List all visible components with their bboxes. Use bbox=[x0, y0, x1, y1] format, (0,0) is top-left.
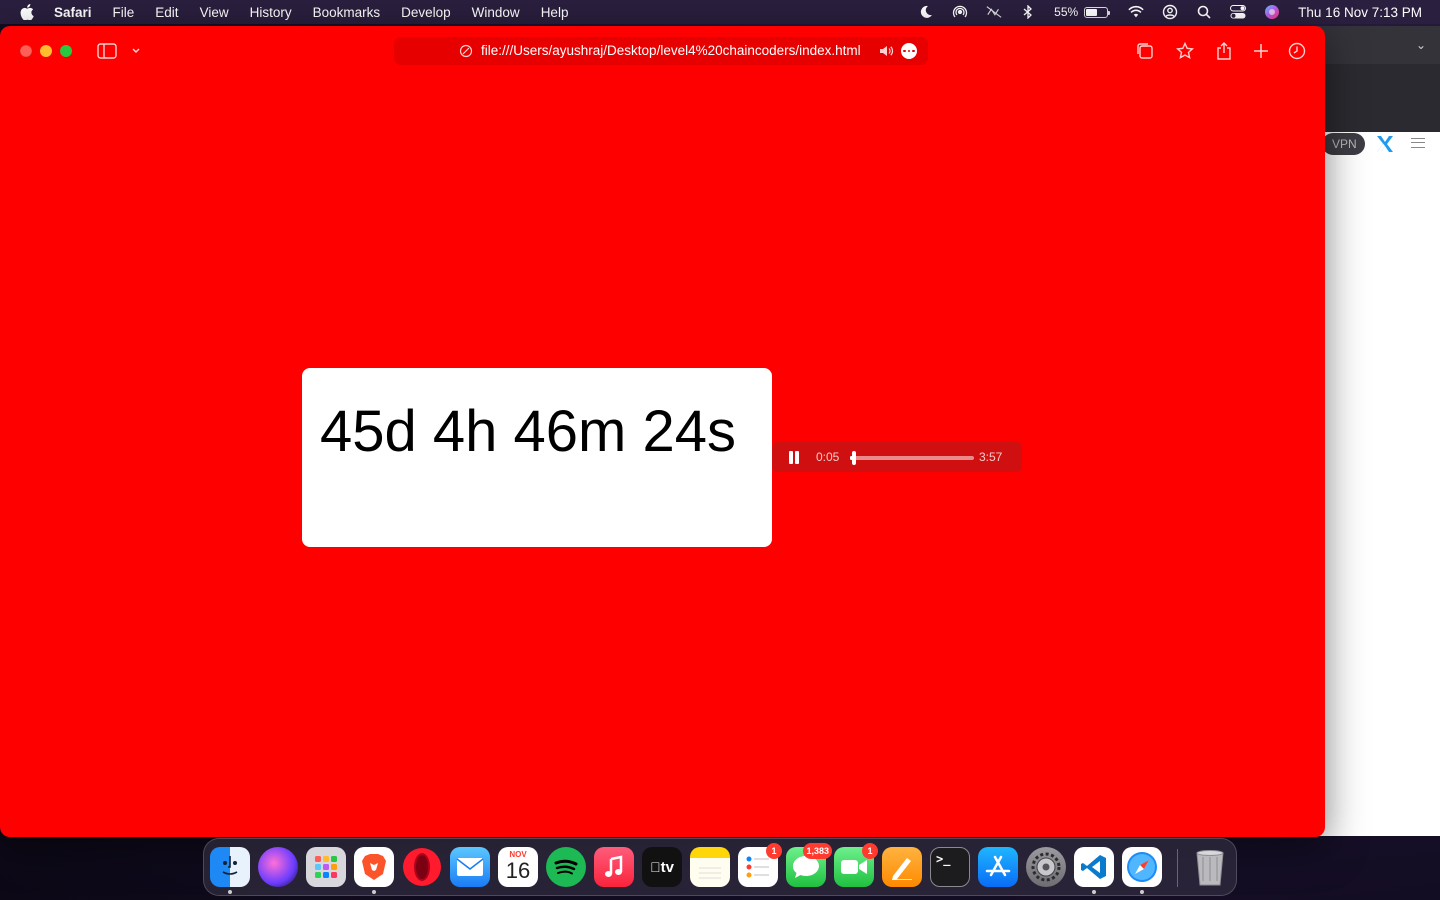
share-icon[interactable] bbox=[1213, 40, 1235, 62]
window-close-button[interactable] bbox=[20, 45, 32, 57]
terminal-icon[interactable]: >_ bbox=[930, 847, 970, 887]
menubar-clock[interactable]: Thu 16 Nov 7:13 PM bbox=[1298, 5, 1422, 20]
menu-app-name[interactable]: Safari bbox=[54, 5, 92, 20]
url-text[interactable]: file:///Users/ayushraj/Desktop/level4%20… bbox=[481, 43, 861, 58]
audio-duration: 3:57 bbox=[979, 450, 1003, 464]
vscode-running-dot bbox=[1092, 890, 1096, 894]
notes-icon[interactable] bbox=[690, 847, 730, 887]
audio-player[interactable]: 0:05 3:57 bbox=[772, 442, 1022, 472]
reminders-icon[interactable]: 1 bbox=[738, 843, 782, 887]
dock-separator bbox=[1177, 849, 1178, 887]
vpn-label: VPN bbox=[1332, 137, 1357, 151]
calendar-icon[interactable]: NOV 16 bbox=[498, 847, 538, 887]
siri-icon[interactable] bbox=[1264, 4, 1280, 20]
facetime-badge: 1 bbox=[862, 843, 878, 859]
brave-browser-icon[interactable] bbox=[354, 847, 394, 887]
countdown-card: 45d 4h 46m 24s bbox=[302, 368, 772, 547]
app-store-icon[interactable] bbox=[978, 847, 1018, 887]
dock: NOV 16 tv 1 1,383 1 >_ bbox=[203, 838, 1237, 896]
launchpad-icon[interactable] bbox=[306, 847, 346, 887]
audio-seek-thumb[interactable] bbox=[851, 451, 856, 465]
tab-overview-chevron-icon[interactable]: ⌄ bbox=[1416, 38, 1426, 52]
menu-help[interactable]: Help bbox=[541, 5, 569, 20]
apple-menu-icon[interactable] bbox=[18, 3, 36, 21]
window-minimize-button[interactable] bbox=[40, 45, 52, 57]
siri-app-icon[interactable] bbox=[258, 847, 298, 887]
menu-view[interactable]: View bbox=[200, 5, 229, 20]
brave-running-dot bbox=[372, 890, 376, 894]
apple-tv-icon[interactable]: tv bbox=[642, 847, 682, 887]
menu-file[interactable]: File bbox=[113, 5, 135, 20]
safari-window: file:///Users/ayushraj/Desktop/level4%20… bbox=[0, 26, 1325, 837]
system-settings-icon[interactable] bbox=[1026, 847, 1066, 887]
mail-icon[interactable] bbox=[450, 847, 490, 887]
music-icon[interactable] bbox=[594, 847, 634, 887]
apple-tv-label: tv bbox=[655, 858, 674, 876]
bookmark-star-icon[interactable] bbox=[1174, 40, 1196, 62]
new-tab-plus-icon[interactable] bbox=[1250, 40, 1272, 62]
finder-icon[interactable] bbox=[210, 847, 250, 887]
hamburger-menu-icon[interactable] bbox=[1411, 138, 1425, 148]
safari-running-dot bbox=[1140, 890, 1144, 894]
reminders-badge: 1 bbox=[766, 843, 782, 859]
audio-seek-bar[interactable] bbox=[850, 451, 974, 465]
spotlight-search-icon[interactable] bbox=[1196, 4, 1212, 20]
messages-badge: 1,383 bbox=[803, 843, 832, 859]
menu-edit[interactable]: Edit bbox=[155, 5, 178, 20]
finder-running-dot bbox=[228, 890, 232, 894]
control-center-icon[interactable] bbox=[1230, 4, 1247, 20]
battery-level-fill bbox=[1086, 8, 1098, 16]
bluetooth-icon[interactable] bbox=[1020, 4, 1036, 20]
vscode-icon[interactable] bbox=[1074, 847, 1114, 887]
pause-icon[interactable] bbox=[789, 451, 799, 464]
user-account-icon[interactable] bbox=[1162, 4, 1178, 20]
audio-current-time: 0:05 bbox=[816, 450, 840, 464]
address-bar[interactable]: file:///Users/ayushraj/Desktop/level4%20… bbox=[394, 37, 928, 65]
airdrop-icon[interactable] bbox=[952, 4, 968, 20]
messages-icon[interactable]: 1,383 bbox=[786, 843, 832, 887]
tab-overview-icon[interactable] bbox=[1134, 40, 1156, 62]
opera-browser-icon[interactable] bbox=[402, 847, 442, 887]
facetime-icon[interactable]: 1 bbox=[834, 843, 878, 887]
x-logo-icon[interactable] bbox=[1375, 134, 1395, 154]
sidebar-toggle-icon[interactable] bbox=[96, 40, 118, 62]
spotify-icon[interactable] bbox=[546, 847, 586, 887]
trash-icon[interactable] bbox=[1190, 847, 1230, 887]
menu-history[interactable]: History bbox=[250, 5, 292, 20]
wifi-icon[interactable] bbox=[1128, 4, 1144, 20]
menu-bar: Safari File Edit View History Bookmarks … bbox=[0, 0, 1440, 24]
safari-dock-icon[interactable] bbox=[1122, 847, 1162, 887]
pages-icon[interactable] bbox=[882, 847, 922, 887]
privacy-report-icon[interactable] bbox=[458, 43, 474, 59]
menu-window[interactable]: Window bbox=[472, 5, 520, 20]
window-fullscreen-button[interactable] bbox=[60, 45, 72, 57]
vpn-button[interactable]: VPN bbox=[1322, 133, 1365, 155]
menu-bookmarks[interactable]: Bookmarks bbox=[313, 5, 381, 20]
focus-moon-icon[interactable] bbox=[918, 4, 934, 20]
history-clock-icon[interactable] bbox=[1286, 40, 1308, 62]
page-menu-more-icon[interactable] bbox=[901, 43, 917, 59]
calendar-day: 16 bbox=[505, 858, 531, 883]
battery-icon[interactable] bbox=[1084, 6, 1111, 18]
menu-develop[interactable]: Develop bbox=[401, 5, 451, 20]
tab-group-chevron-icon[interactable] bbox=[125, 40, 147, 62]
battery-percentage: 55% bbox=[1054, 5, 1079, 19]
audio-playing-speaker-icon[interactable] bbox=[878, 43, 894, 59]
antenna-off-icon[interactable] bbox=[986, 4, 1002, 20]
countdown-timer: 45d 4h 46m 24s bbox=[320, 399, 736, 464]
